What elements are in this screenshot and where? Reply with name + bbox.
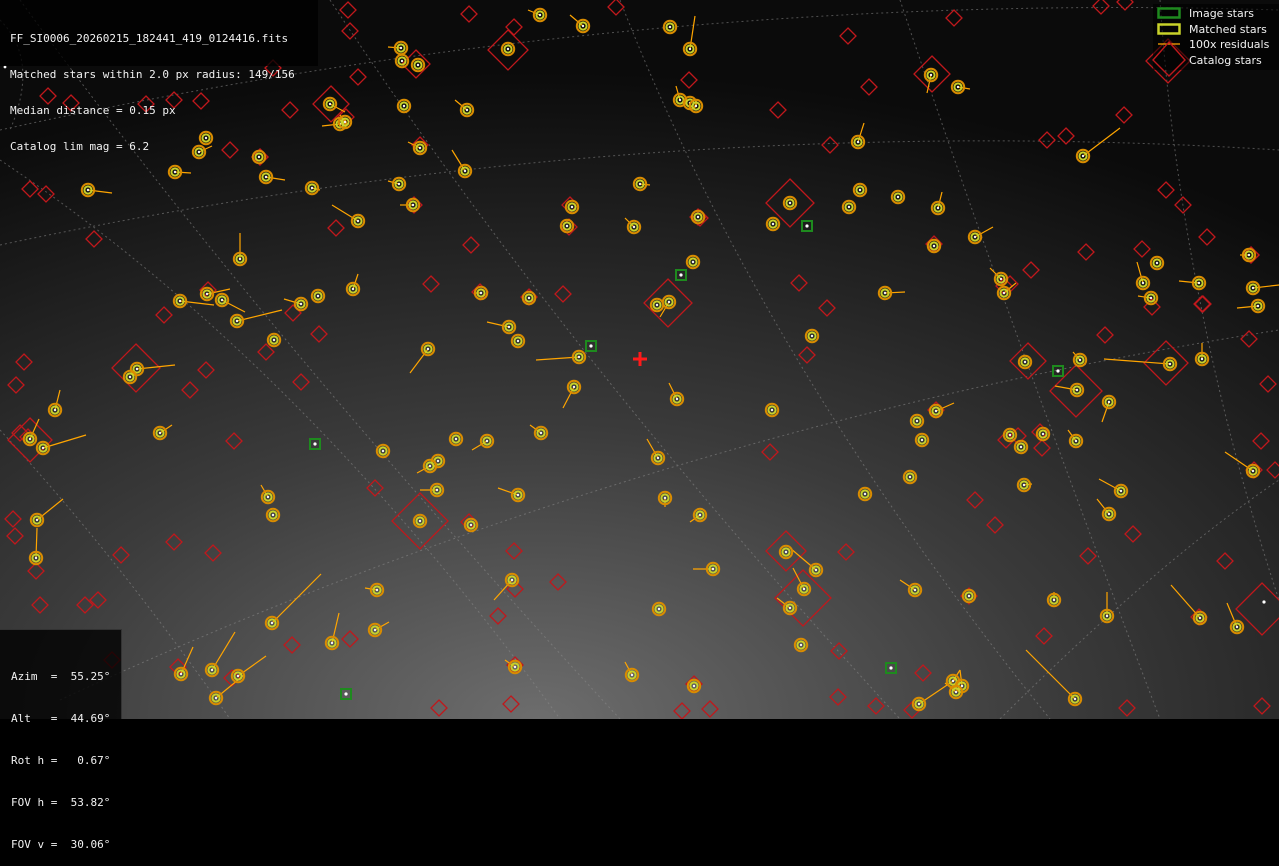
- pointing-parameters-panel: Azim = 55.25° Alt = 44.69° Rot h = 0.67°…: [0, 629, 122, 851]
- fits-filename: FF_SI0006_20260215_182441_419_0124416.fi…: [10, 32, 289, 45]
- solution-info-panel: FF_SI0006_20260215_182441_419_0124416.fi…: [0, 0, 318, 153]
- residual-line-swatch-icon: [1158, 43, 1180, 45]
- legend-catalog-stars: Catalog stars: [1152, 40, 1279, 77]
- fov-v-value: FOV v = 30.06°: [11, 838, 111, 851]
- legend: Image stars Matched stars 100x residuals…: [1152, 4, 1279, 77]
- catalog-star-swatch-icon: [1152, 40, 1186, 77]
- legend-matched-stars: Matched stars: [1153, 23, 1279, 37]
- legend-image-stars: Image stars: [1153, 7, 1279, 21]
- azimuth-value: Azim = 55.25°: [11, 670, 111, 683]
- matched-star-swatch-icon: [1157, 23, 1181, 35]
- fov-h-value: FOV h = 53.82°: [11, 796, 111, 809]
- image-center-crosshair-icon: [633, 352, 647, 366]
- matched-stars-stat: Matched stars within 2.0 px radius: 149/…: [10, 68, 295, 81]
- median-distance-stat: Median distance = 0.15 px: [10, 104, 176, 117]
- rotation-value: Rot h = 0.67°: [11, 754, 111, 767]
- image-star-swatch-icon: [1157, 7, 1181, 19]
- altitude-value: Alt = 44.69°: [11, 712, 111, 725]
- catalog-limit-stat: Catalog lim mag = 6.2: [10, 140, 150, 153]
